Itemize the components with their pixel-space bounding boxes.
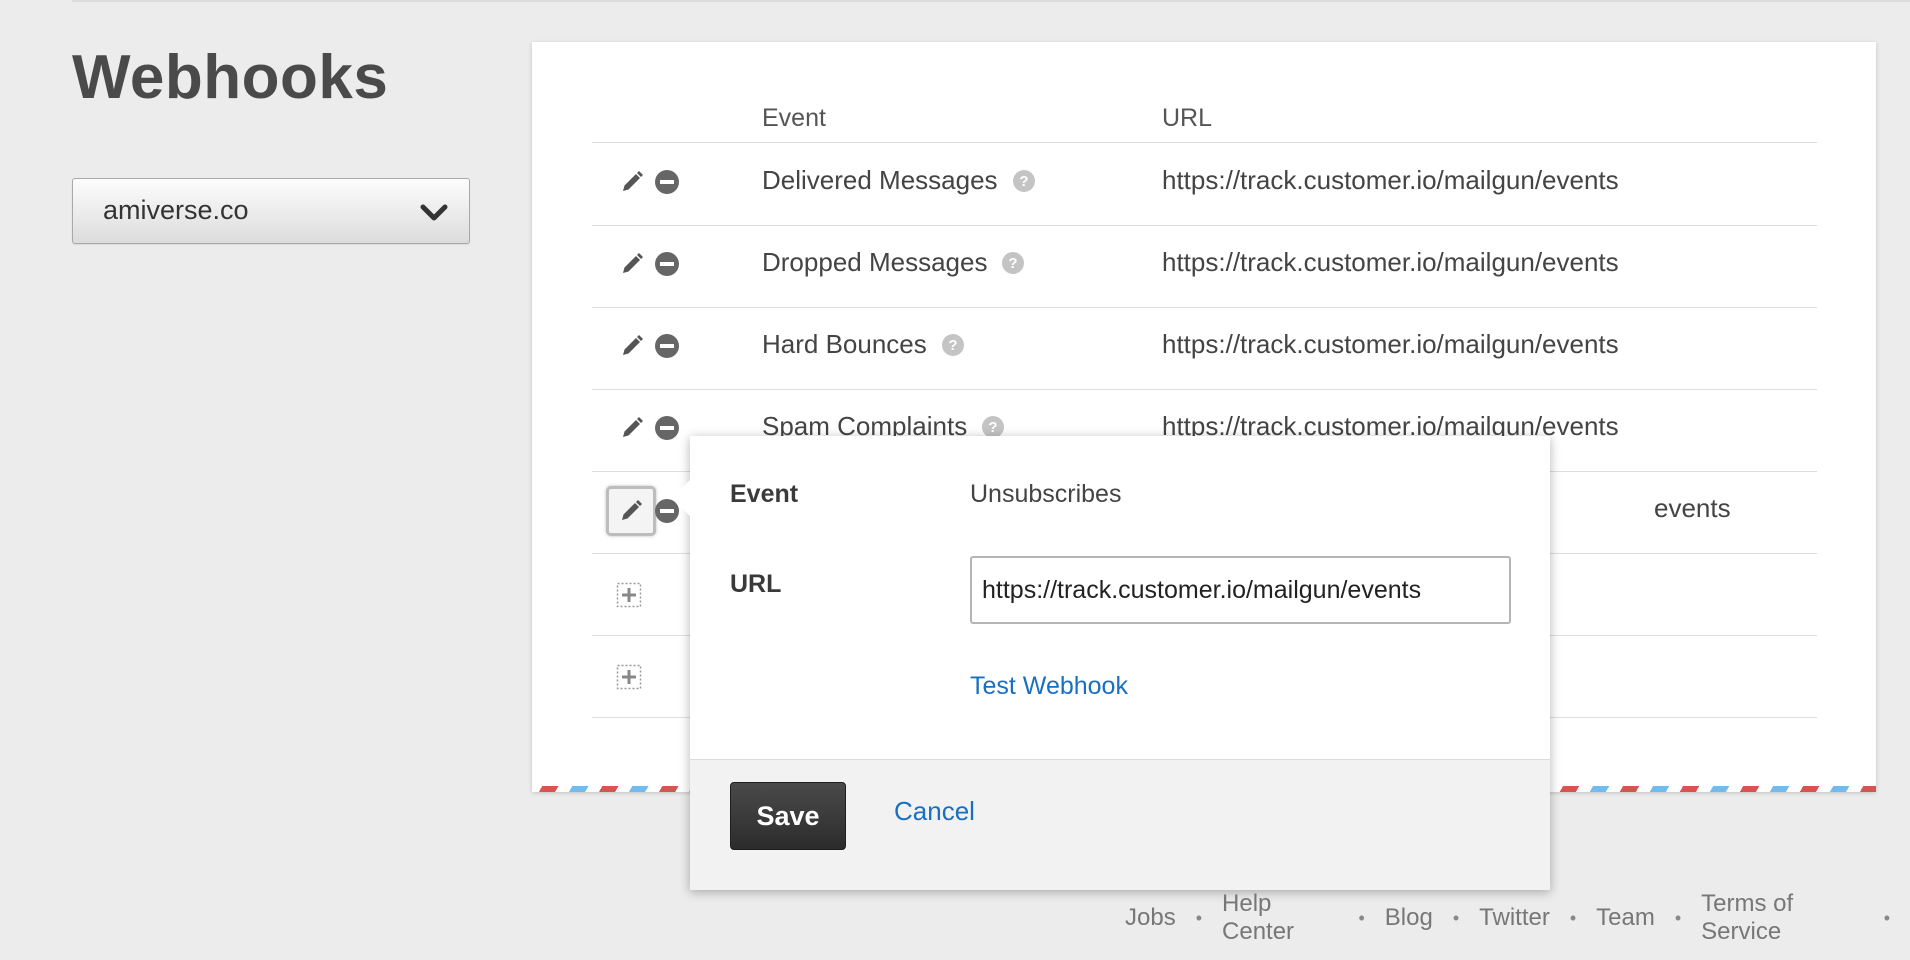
chevron-down-icon <box>420 204 448 221</box>
event-name: Delivered Messages <box>762 165 998 195</box>
domain-select-value: amiverse.co <box>103 195 249 225</box>
footer-separator: • <box>1883 907 1890 928</box>
edit-button-active[interactable] <box>606 486 656 536</box>
webhook-url-partial: events <box>1654 493 1731 523</box>
footer-link-team[interactable]: Team <box>1596 904 1655 932</box>
webhook-url: https://track.customer.io/mailgun/events <box>1162 165 1619 195</box>
popover-arrow <box>672 480 690 516</box>
footer-link-blog[interactable]: Blog <box>1385 904 1433 932</box>
minus-circle-icon[interactable] <box>654 251 680 277</box>
page-title: Webhooks <box>72 43 389 112</box>
minus-circle-icon[interactable] <box>654 169 680 195</box>
event-value: Unsubscribes <box>970 480 1122 508</box>
footer-links: Jobs • Help Center • Blog • Twitter • Te… <box>1125 890 1910 946</box>
row-divider <box>592 225 1817 226</box>
svg-text:?: ? <box>989 419 998 436</box>
save-button[interactable]: Save <box>730 782 846 850</box>
pencil-icon[interactable] <box>620 416 644 440</box>
svg-text:?: ? <box>1009 255 1018 272</box>
event-name: Dropped Messages <box>762 247 988 277</box>
footer-separator: • <box>1674 907 1682 928</box>
row-divider <box>592 307 1817 308</box>
column-header-event: Event <box>762 104 826 132</box>
footer-separator: • <box>1569 907 1577 928</box>
footer-link-terms-of-service[interactable]: Terms of Service <box>1701 890 1864 946</box>
question-circle-icon[interactable]: ? <box>981 415 1005 439</box>
webhook-url: https://track.customer.io/mailgun/events <box>1162 247 1619 277</box>
plus-square-icon[interactable] <box>616 664 642 690</box>
question-circle-icon[interactable]: ? <box>941 333 965 357</box>
pencil-icon[interactable] <box>620 252 644 276</box>
url-label: URL <box>730 570 782 598</box>
pencil-icon[interactable] <box>620 334 644 358</box>
row-divider <box>592 389 1817 390</box>
footer-link-help-center[interactable]: Help Center <box>1222 890 1338 946</box>
footer-link-twitter[interactable]: Twitter <box>1479 904 1550 932</box>
event-label: Event <box>730 480 799 508</box>
top-divider <box>72 0 1910 2</box>
domain-select[interactable]: amiverse.co <box>72 178 470 244</box>
minus-circle-icon[interactable] <box>654 415 680 441</box>
svg-text:?: ? <box>1019 173 1028 190</box>
popover-footer: Save Cancel <box>690 759 1550 890</box>
svg-text:?: ? <box>948 337 957 354</box>
url-input[interactable] <box>970 556 1511 624</box>
pencil-icon[interactable] <box>620 170 644 194</box>
question-circle-icon[interactable]: ? <box>1012 169 1036 193</box>
pencil-icon <box>622 500 642 520</box>
footer-separator: • <box>1195 907 1203 928</box>
test-webhook-link[interactable]: Test Webhook <box>970 672 1128 701</box>
cancel-link[interactable]: Cancel <box>894 796 975 827</box>
column-header-url: URL <box>1162 104 1213 132</box>
footer-separator: • <box>1358 907 1365 928</box>
webhook-url: https://track.customer.io/mailgun/events <box>1162 329 1619 359</box>
plus-square-icon[interactable] <box>616 582 642 608</box>
edit-webhook-popover: Event Unsubscribes URL Test Webhook Save… <box>672 436 1550 890</box>
footer-separator: • <box>1452 907 1460 928</box>
row-divider <box>592 142 1817 143</box>
footer-link-jobs[interactable]: Jobs <box>1125 904 1176 932</box>
event-name: Hard Bounces <box>762 329 927 359</box>
question-circle-icon[interactable]: ? <box>1001 251 1025 275</box>
minus-circle-icon[interactable] <box>654 333 680 359</box>
